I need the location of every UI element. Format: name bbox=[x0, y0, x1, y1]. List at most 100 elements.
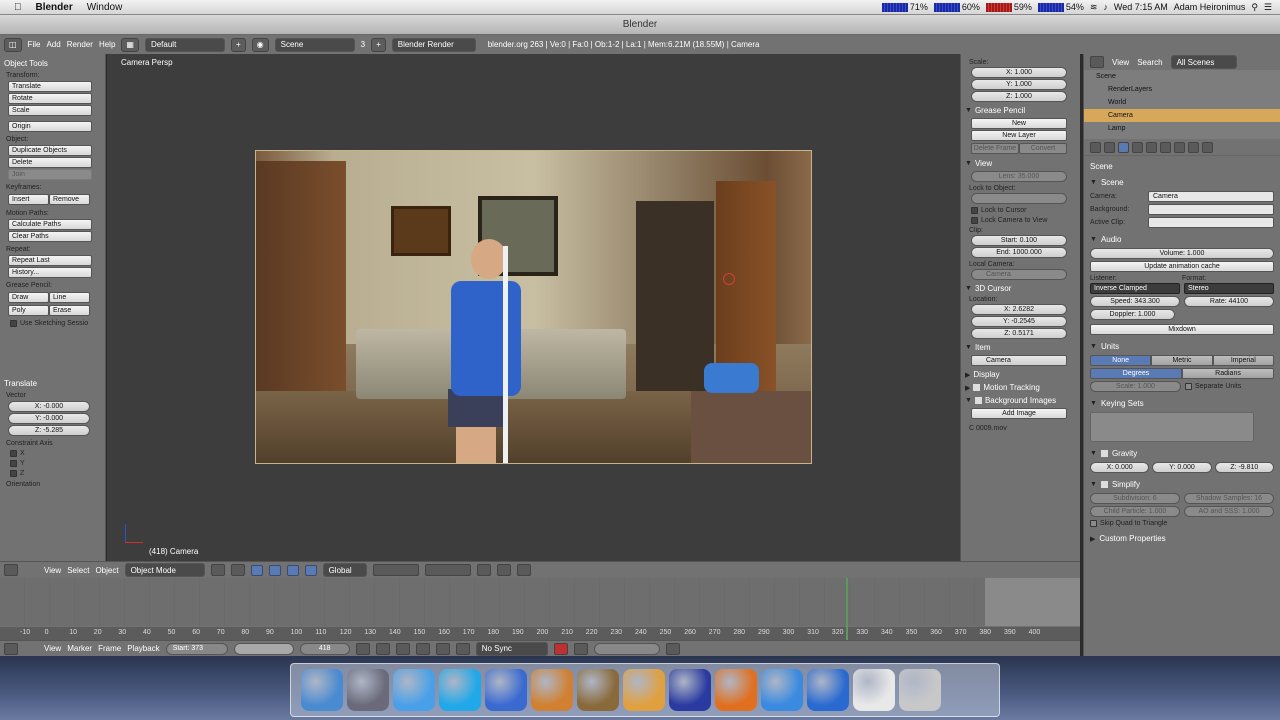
subdivision-field[interactable]: Subdivision: 6 bbox=[1090, 493, 1180, 504]
menu-render[interactable]: Render bbox=[67, 40, 93, 49]
play-icon[interactable] bbox=[415, 642, 430, 655]
launchpad-icon[interactable] bbox=[347, 669, 389, 711]
separate-units-checkbox[interactable]: Separate Units bbox=[1185, 381, 1274, 392]
rotate-button[interactable]: Rotate bbox=[8, 93, 92, 104]
gravity-z-field[interactable]: Z: -9.810 bbox=[1214, 462, 1274, 473]
translate-operator-title[interactable]: Translate bbox=[4, 379, 101, 388]
document-icon[interactable] bbox=[853, 669, 895, 711]
skip-quad-checkbox[interactable]: Skip Quad to Triangle bbox=[1090, 520, 1280, 527]
sync-dropdown[interactable]: No Sync bbox=[475, 641, 548, 656]
start-frame-field[interactable]: Start: 373 bbox=[165, 642, 228, 655]
keying-sets-panel-title[interactable]: ▼ Keying Sets bbox=[1090, 399, 1280, 408]
scene-panel-title[interactable]: ▼ Scene bbox=[1090, 178, 1280, 187]
next-keyframe-icon[interactable] bbox=[435, 642, 450, 655]
draw-button[interactable]: Draw bbox=[8, 292, 49, 303]
apple-icon[interactable]:  bbox=[14, 2, 22, 13]
calculate-paths-button[interactable]: Calculate Paths bbox=[8, 219, 92, 230]
sketch-icon[interactable] bbox=[623, 669, 665, 711]
format-dropdown[interactable]: Stereo bbox=[1184, 283, 1274, 294]
display-panel[interactable]: ▶ Display bbox=[965, 370, 1076, 379]
shadow-samples-field[interactable]: Shadow Samples: 16 bbox=[1184, 493, 1274, 504]
blender-icon[interactable] bbox=[715, 669, 757, 711]
physics-tab-icon[interactable] bbox=[1202, 141, 1213, 153]
outliner-filter-dropdown[interactable]: All Scenes bbox=[1170, 55, 1237, 69]
radians-button[interactable]: Radians bbox=[1182, 368, 1274, 379]
gp-new-button[interactable]: New bbox=[971, 118, 1067, 129]
simplify-panel-title[interactable]: ▼ Simplify bbox=[1090, 480, 1280, 489]
clock[interactable]: Wed 7:15 AM bbox=[1114, 2, 1168, 12]
3d-viewport[interactable]: Camera Persp (418) Camera bbox=[107, 54, 960, 561]
clip-end-field[interactable]: End: 1000.000 bbox=[971, 247, 1067, 258]
render-engine-dropdown[interactable]: Blender Render bbox=[391, 37, 476, 52]
spotlight-icon[interactable]: ⚲ bbox=[1251, 2, 1258, 13]
lock-camera-checkbox[interactable]: Lock Camera to View bbox=[971, 217, 1076, 224]
background-images-panel[interactable]: ▼ Background Images bbox=[965, 396, 1076, 405]
timeline-editor-icon[interactable] bbox=[4, 642, 18, 655]
quicktime-icon[interactable] bbox=[807, 669, 849, 711]
repeat-last-button[interactable]: Repeat Last bbox=[8, 255, 92, 266]
unit-metric-button[interactable]: Metric bbox=[1151, 355, 1213, 366]
gravity-panel-title[interactable]: ▼ Gravity bbox=[1090, 449, 1280, 458]
scale-z-field[interactable]: Z: 1.000 bbox=[971, 91, 1067, 102]
outliner-editor-icon[interactable] bbox=[1090, 56, 1104, 68]
constraint-y-checkbox[interactable]: Y bbox=[10, 460, 101, 467]
data-tab-icon[interactable] bbox=[1188, 141, 1199, 153]
scale-manipulator-icon[interactable] bbox=[304, 564, 317, 576]
jump-start-icon[interactable] bbox=[355, 642, 370, 655]
user-name[interactable]: Adam Heironimus bbox=[1174, 2, 1246, 12]
tl-marker-menu[interactable]: Marker bbox=[67, 644, 92, 653]
notification-icon[interactable]: ☰ bbox=[1264, 2, 1272, 13]
outliner-row-scene[interactable]: Scene bbox=[1084, 70, 1280, 83]
constraint-z-checkbox[interactable]: Z bbox=[10, 470, 101, 477]
menu-app[interactable]: Blender bbox=[36, 2, 73, 13]
rotate-manipulator-icon[interactable] bbox=[286, 564, 299, 576]
speed-field[interactable]: Speed: 343.300 bbox=[1090, 296, 1180, 307]
scale-button[interactable]: Scale bbox=[8, 105, 92, 116]
update-cache-button[interactable]: Update animation cache bbox=[1090, 261, 1274, 272]
gravity-x-field[interactable]: X: 0.000 bbox=[1090, 462, 1150, 473]
timeline[interactable]: -10 0 10 20 30 40 50 60 70 80 90 100 110 120 130 140 150… bbox=[0, 578, 1080, 640]
layers-icon[interactable] bbox=[372, 564, 419, 576]
jump-end-icon[interactable] bbox=[455, 642, 470, 655]
add-layout-icon[interactable]: + bbox=[230, 37, 246, 52]
object-tools-title[interactable]: Object Tools bbox=[4, 59, 101, 68]
timeline-ruler[interactable]: -10 0 10 20 30 40 50 60 70 80 90 100 110 120 130 140 150… bbox=[0, 627, 1080, 640]
cursor-x-field[interactable]: X: 2.6282 bbox=[971, 304, 1067, 315]
prev-keyframe-icon[interactable] bbox=[375, 642, 390, 655]
imovie-icon[interactable] bbox=[577, 669, 619, 711]
props-editor-icon[interactable] bbox=[1090, 141, 1101, 153]
tl-playback-menu[interactable]: Playback bbox=[127, 644, 159, 653]
view-panel[interactable]: ▼ View bbox=[965, 159, 1076, 168]
outliner-row-camera[interactable]: Camera bbox=[1084, 109, 1280, 122]
orientation-dropdown[interactable]: Global bbox=[322, 563, 367, 577]
volume-field[interactable]: Volume: 1.000 bbox=[1090, 248, 1274, 259]
active-clip-field[interactable] bbox=[1148, 217, 1274, 228]
object-tab-icon[interactable] bbox=[1146, 141, 1157, 153]
itunes-icon[interactable] bbox=[485, 669, 527, 711]
item-panel[interactable]: ▼ Item bbox=[965, 343, 1076, 352]
skype-icon[interactable] bbox=[439, 669, 481, 711]
rate-field[interactable]: Rate: 44100 bbox=[1184, 296, 1274, 307]
render-opengl-icon[interactable] bbox=[516, 564, 531, 576]
trash-icon[interactable] bbox=[899, 669, 941, 711]
keying-set-field[interactable] bbox=[593, 642, 660, 655]
vp-object-menu[interactable]: Object bbox=[95, 566, 118, 575]
current-frame-indicator[interactable] bbox=[846, 578, 848, 640]
clip-start-field[interactable]: Start: 0.100 bbox=[971, 235, 1067, 246]
lens-field[interactable]: Lens: 35.000 bbox=[971, 171, 1067, 182]
vp-view-menu[interactable]: View bbox=[44, 566, 61, 575]
safari-icon[interactable] bbox=[761, 669, 803, 711]
grease-pencil-panel[interactable]: ▼ Grease Pencil bbox=[965, 106, 1076, 115]
keying-icon[interactable] bbox=[573, 642, 588, 655]
scale-y-field[interactable]: Y: 1.000 bbox=[971, 79, 1067, 90]
join-button[interactable]: Join bbox=[8, 169, 92, 180]
modifiers-tab-icon[interactable] bbox=[1174, 141, 1185, 153]
gravity-y-field[interactable]: Y: 0.000 bbox=[1152, 462, 1212, 473]
render-tab-icon[interactable] bbox=[1104, 141, 1115, 153]
layers-2-icon[interactable] bbox=[424, 564, 471, 576]
constraint-x-checkbox[interactable]: X bbox=[10, 450, 101, 457]
new-layer-button[interactable]: New Layer bbox=[971, 130, 1067, 141]
audacity-icon[interactable] bbox=[669, 669, 711, 711]
cursor-y-field[interactable]: Y: -0.2545 bbox=[971, 316, 1067, 327]
outliner-row-world[interactable]: World bbox=[1084, 96, 1280, 109]
